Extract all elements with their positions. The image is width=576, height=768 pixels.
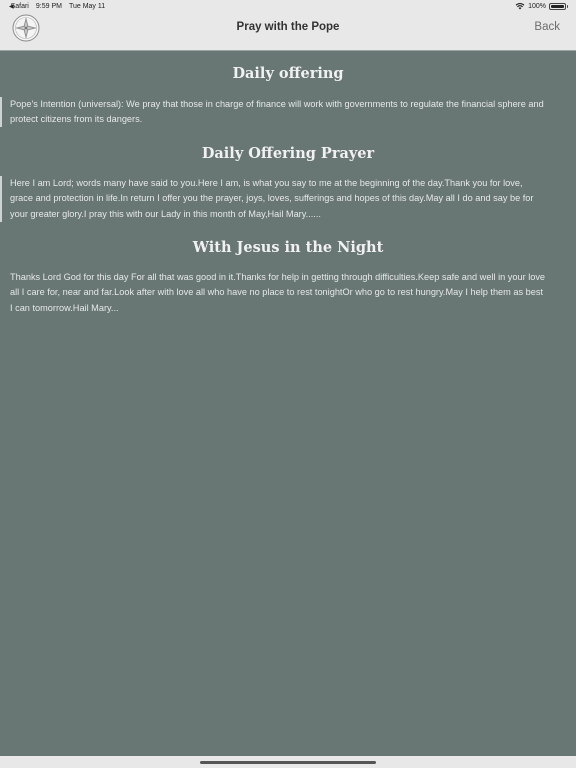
bottom-bar (0, 756, 576, 768)
back-button[interactable]: Back (534, 21, 560, 33)
section-title: Daily Offering Prayer (201, 145, 375, 162)
home-indicator[interactable] (200, 761, 376, 764)
battery-icon (549, 2, 568, 10)
status-date: Tue May 11 (68, 3, 106, 10)
status-bar: ◀ Safari 9:59 PM Tue May 11 100% (0, 0, 576, 13)
status-time: 9:59 PM (35, 3, 62, 10)
wifi-icon (515, 2, 525, 10)
navigation-bar: Pray with the Pope Back (0, 13, 576, 50)
section-with-jesus-in-the-night: With Jesus in the Night (0, 239, 576, 256)
page-title: Pray with the Pope (236, 21, 340, 33)
section-text: Pope's Intention (universal): We pray th… (10, 99, 544, 125)
section-title: Daily offering (232, 65, 344, 82)
top-bar: ◀ Safari 9:59 PM Tue May 11 100% Pray wi… (0, 0, 576, 51)
section-daily-offering-prayer: Daily Offering Prayer (0, 145, 576, 162)
section-daily-offering: Daily offering (0, 65, 576, 82)
battery-percent: 100% (528, 2, 546, 10)
section-text: Here I am Lord; words many have said to … (10, 178, 534, 219)
app-screen: ◀ Safari 9:59 PM Tue May 11 100% Pray wi… (0, 0, 576, 768)
section-title: With Jesus in the Night (192, 239, 384, 256)
section-text: Thanks Lord God for this day For all tha… (10, 272, 546, 313)
back-to-app-link[interactable]: ◀ Safari (9, 3, 29, 10)
back-app-label: Safari (10, 3, 29, 10)
